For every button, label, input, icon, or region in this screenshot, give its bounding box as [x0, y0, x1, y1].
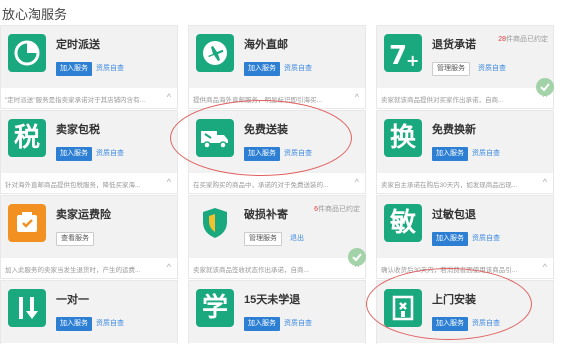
card-description: 卖家自主承诺在购后30天内，如发现商品出现...	[381, 182, 518, 189]
svg-text:+: +	[406, 51, 419, 70]
service-card-return-promise: 7 + 退货承诺 28件商品已约定 管理服务 资质自查 卖家就该商品提供对买家作出…	[376, 25, 554, 109]
card-title: 海外直邮	[244, 39, 288, 51]
svg-text:7: 7	[389, 41, 407, 70]
join-service-button[interactable]: 加入服务	[56, 147, 92, 161]
qualification-check-link[interactable]: 资质自查	[96, 317, 124, 331]
qualification-check-link[interactable]: 资质自查	[472, 317, 500, 331]
exit-service-link[interactable]: 退出	[290, 232, 304, 246]
join-service-button[interactable]: 加入服务	[244, 62, 280, 76]
card-title: 定时派送	[56, 39, 100, 51]
service-card-15-day-unlearned-return: 学 15天未学退 加入服务 资质自查	[188, 280, 366, 344]
expand-caret-icon[interactable]: ^	[355, 91, 359, 103]
service-card-scheduled-delivery: 定时派送 加入服务 资质自查 "定时派送"服务是指卖家承诺对于其店铺内含有...…	[0, 25, 178, 109]
airplane-icon	[196, 34, 234, 72]
service-card-on-site-installation: 上门安装 加入服务 资质自查	[376, 280, 554, 344]
agreed-product-count: 6件商品已约定	[314, 206, 360, 213]
service-card-allergy-return: 敏 过敏包退 加入服务 资质自查 确认收货后30天内，若消费者因使用该商品引..…	[376, 195, 554, 279]
join-service-button[interactable]: 加入服务	[432, 232, 468, 246]
shield-icon	[196, 204, 234, 242]
card-title: 退货承诺	[432, 39, 476, 51]
card-title: 15天未学退	[244, 294, 301, 306]
card-title: 卖家运费险	[56, 209, 111, 221]
exchange-icon: 换	[384, 119, 422, 157]
joined-check-icon	[536, 78, 554, 96]
join-service-button[interactable]: 加入服务	[432, 147, 468, 161]
one-to-one-icon	[8, 289, 46, 327]
qualification-check-link[interactable]: 资质自查	[284, 317, 312, 331]
card-description: 针对海外直邮商品提供包税服务，降低买家海...	[5, 182, 141, 189]
qualification-check-link[interactable]: 资质自查	[478, 62, 506, 76]
service-card-shipping-insurance: 卖家运费险 查看服务 加入此服务的卖家当发生退货时，产生的运费... ^	[0, 195, 178, 279]
card-description: "定时派送"服务是指卖家承诺对于其店铺内含有...	[5, 97, 146, 104]
card-title: 免费换新	[432, 124, 476, 136]
qualification-check-link[interactable]: 资质自查	[472, 147, 500, 161]
expand-caret-icon[interactable]: ^	[543, 176, 547, 188]
allergy-icon: 敏	[384, 204, 422, 242]
service-card-seller-tax: 税 卖家包税 加入服务 资质自查 针对海外直邮商品提供包税服务，降低买家海...…	[0, 110, 178, 194]
join-service-button[interactable]: 加入服务	[432, 317, 468, 331]
join-service-button[interactable]: 加入服务	[56, 317, 92, 331]
service-card-one-to-one: 一对一 加入服务 资质自查	[0, 280, 178, 344]
clock-icon	[8, 34, 46, 72]
card-title: 过敏包退	[432, 209, 476, 221]
shipping-insurance-icon	[8, 204, 46, 242]
join-service-button[interactable]: 加入服务	[56, 62, 92, 76]
card-description: 确认收货后30天内，若消费者因使用该商品引...	[381, 267, 518, 274]
view-service-button[interactable]: 查看服务	[56, 232, 94, 246]
card-title: 免费送装	[244, 124, 288, 136]
card-title: 一对一	[56, 294, 89, 306]
expand-caret-icon[interactable]: ^	[167, 91, 171, 103]
manage-service-button[interactable]: 管理服务	[432, 62, 470, 76]
manage-service-button[interactable]: 管理服务	[244, 232, 282, 246]
qualification-check-link[interactable]: 资质自查	[472, 232, 500, 246]
card-title: 卖家包税	[56, 124, 100, 136]
learn-icon: 学	[196, 289, 234, 327]
qualification-check-link[interactable]: 资质自查	[96, 147, 124, 161]
card-title: 破损补寄	[244, 209, 288, 221]
qualification-check-link[interactable]: 资质自查	[284, 62, 312, 76]
join-service-button[interactable]: 加入服务	[244, 147, 280, 161]
join-service-button[interactable]: 加入服务	[244, 317, 280, 331]
tax-icon: 税	[8, 119, 46, 157]
agreed-product-count: 28件商品已约定	[498, 36, 548, 43]
card-description: 加入此服务的卖家当发生退货时，产生的运费...	[5, 267, 141, 274]
service-card-overseas-direct-mail: 海外直邮 加入服务 资质自查 提供商品海外直邮服务，明显标识即引海买... ^	[188, 25, 366, 109]
qualification-check-link[interactable]: 资质自查	[284, 147, 312, 161]
card-description: 卖家就该商品提供对买家作出承诺，自商...	[381, 97, 504, 104]
expand-caret-icon[interactable]: ^	[355, 176, 359, 188]
joined-check-icon	[348, 248, 366, 266]
card-description: 卖家就该商品签收状态作出承诺，自商...	[193, 267, 309, 274]
expand-caret-icon[interactable]: ^	[543, 261, 547, 273]
service-card-free-exchange: 换 免费换新 加入服务 资质自查 卖家自主承诺在购后30天内，如发现商品出现..…	[376, 110, 554, 194]
delivery-truck-icon	[196, 119, 234, 157]
card-title: 上门安装	[432, 294, 476, 306]
card-description: 在买家购买的商品中，承诺的对于免费送装的...	[193, 182, 329, 189]
installation-icon	[384, 289, 422, 327]
page-title: 放心淘服务	[2, 7, 68, 22]
service-card-free-delivery-installation: 免费送装 加入服务 资质自查 在买家购买的商品中，承诺的对于免费送装的... ^	[188, 110, 366, 194]
qualification-check-link[interactable]: 资质自查	[96, 62, 124, 76]
service-card-damage-reshipment: 破损补寄 6件商品已约定 管理服务 退出 卖家就该商品签收状态作出承诺，自商..…	[188, 195, 366, 279]
card-description: 提供商品海外直邮服务，明显标识即引海买...	[193, 97, 322, 104]
expand-caret-icon[interactable]: ^	[167, 176, 171, 188]
expand-caret-icon[interactable]: ^	[167, 261, 171, 273]
seven-plus-icon: 7 +	[384, 34, 422, 72]
